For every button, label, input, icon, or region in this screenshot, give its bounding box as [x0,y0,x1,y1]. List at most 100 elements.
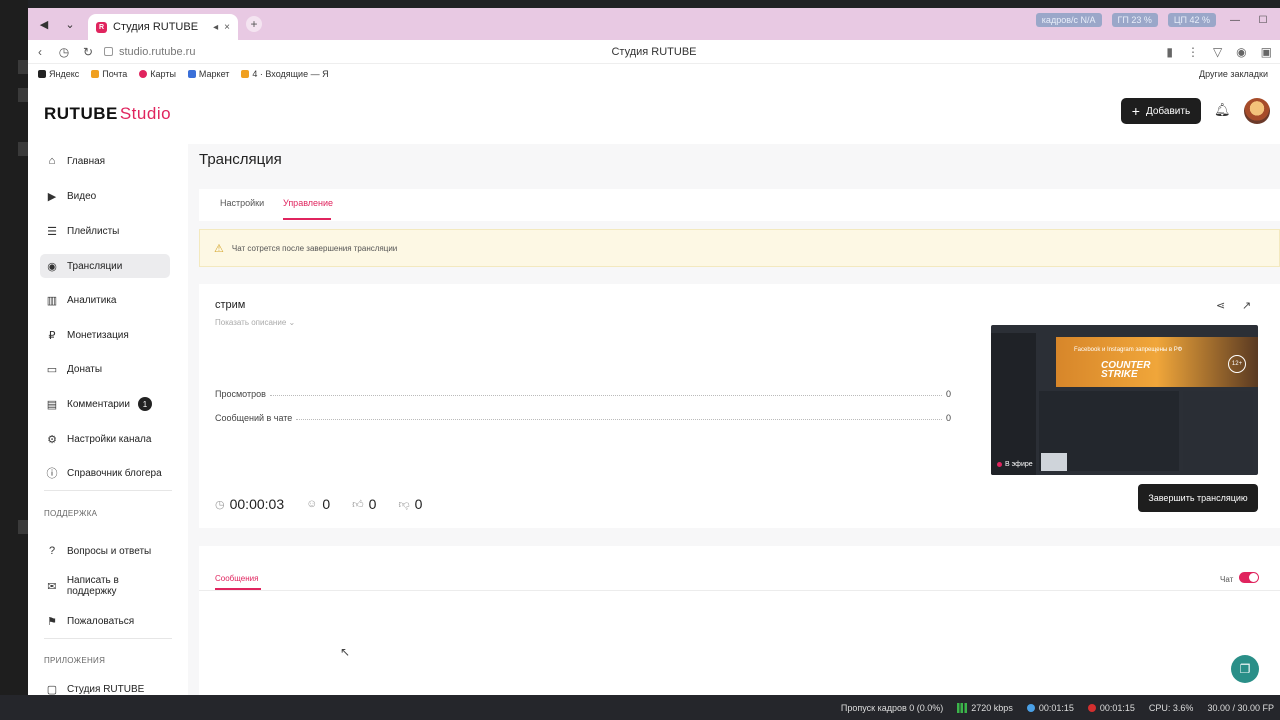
bitrate: 2720 kbps [971,702,1013,713]
shield-icon[interactable]: ▽ [1213,45,1222,59]
chat-bubble-icon: ❐ [1239,662,1251,676]
duration-value: 00:00:03 [229,496,285,512]
logo-studio: Studio [119,104,172,123]
stream-tabs: Настройки Управление [199,189,1280,221]
sidebar-item-home[interactable]: ⌂ Главная [40,149,170,173]
address-actions: ▮ ⋮ ▽ ◉ ▣ [1166,45,1272,59]
sidebar-item-studio-app[interactable]: ▢ Студия RUTUBE [40,677,170,696]
sidebar-item-donations[interactable]: ▭ Донаты [40,357,170,381]
audio-icon[interactable]: ◀ [34,14,54,34]
signal-bars-icon [957,702,968,713]
bookmarks-bar: Яндекс Почта Карты Маркет 4 · Входящие —… [28,64,1280,84]
overlay-cpu: ЦП 42 % [1167,13,1216,27]
sidebar-item-label: Видео [67,190,97,202]
tab-messages[interactable]: Сообщения [215,574,258,583]
sidebar-item-faq[interactable]: ? Вопросы и ответы [40,539,170,563]
show-description-link[interactable]: Показать описание ⌄ [215,318,295,327]
preview-panel-right [1183,391,1253,471]
stat-chat-messages: Сообщений в чате 0 [215,409,951,423]
other-bookmarks[interactable]: Другие закладки [1199,69,1268,79]
external-link-icon[interactable]: ↗ [1242,299,1251,312]
donate-icon: ▭ [46,363,58,376]
likes-value: 0 [368,496,377,512]
chevron-down-icon: ⌄ [288,318,296,327]
add-button-label: Добавить [1145,105,1191,117]
bookmark-yandex[interactable]: Яндекс [38,69,79,79]
stat-label: Сообщений в чате [215,413,293,423]
support-chat-button[interactable]: ❐ [1231,655,1259,683]
sidebar-item-blogger-guide[interactable]: ⓘ Справочник блогера [40,461,170,485]
tab-close-icon[interactable]: × [224,22,230,33]
obs-status-bar: Пропуск кадров 0 (0.0%) 2720 kbps 00:01:… [0,695,1280,720]
sidebar-item-write-support[interactable]: ✉ Написать в поддержку [40,574,170,598]
help-icon: ? [48,545,56,557]
tab-list-chevron-icon[interactable]: ⌄ [60,14,80,34]
bookmark-icon[interactable]: ▮ [1166,45,1173,59]
sidebar-item-video[interactable]: ▶ Видео [40,184,170,208]
bookmark-label: Карты [150,69,176,79]
reload-icon[interactable]: ↻ [76,42,100,62]
sidebar-item-comments[interactable]: ▤ Комментарии 1 [40,392,170,416]
chat-toggle[interactable] [1239,572,1259,583]
clock-icon: ◷ [215,498,225,511]
record-time: 00:01:15 [1099,702,1135,713]
apps-section-title: ПРИЛОЖЕНИЯ [44,656,106,665]
stat-views: Просмотров 0 [215,385,951,399]
stat-label: Просмотров [215,389,266,399]
avatar[interactable] [1244,98,1270,124]
bookmark-mail[interactable]: Почта [91,69,127,79]
thumbs-up-icon: 👍︎ [352,498,364,511]
bookmark-label: Яндекс [49,69,80,79]
menu-icon[interactable]: ⋮ [1187,45,1199,59]
fps-readout: 30.00 / 30.00 FP [1207,702,1274,713]
tab-management[interactable]: Управление [283,198,333,208]
minimize-icon[interactable]: — [1226,12,1244,28]
sidebar-item-label: Вопросы и ответы [67,545,152,557]
sidebar-item-report[interactable]: ⚑ Пожаловаться [40,609,170,633]
monetization-icon: ₽ [48,329,56,342]
sidebar-item-channel-settings[interactable]: ⚙ Настройки канала [40,427,170,451]
history-icon[interactable]: ◷ [52,42,76,62]
metric-duration: ◷ 00:00:03 [215,496,284,512]
live-indicator: В эфире [997,461,1033,468]
bell-icon[interactable]: 🔔︎ [1214,102,1231,120]
record-status-icon [1087,703,1096,712]
logo-main: RUTUBE [44,104,118,123]
url-field[interactable]: studio.rutube.ru [104,46,195,58]
sidebar-item-label: Трансляции [67,260,123,272]
new-tab-button[interactable]: + [246,16,262,32]
tab-mute-icon[interactable]: ◂ [213,22,218,33]
rutube-studio-logo[interactable]: RUTUBE Studio [44,104,171,124]
downloads-icon[interactable]: ▣ [1261,45,1272,59]
browser-tab-bar: ◀ ⌄ R Студия RUTUBE ◂ × + кадров/с N/A Г… [28,8,1280,40]
metric-likes: 👍︎ 0 [352,496,376,512]
bookmark-maps[interactable]: Карты [139,69,176,79]
mail-icon: ✉ [47,580,57,593]
sidebar-item-label: Плейлисты [67,225,120,237]
extension-icon[interactable]: ◉ [1236,45,1246,59]
chat-warning: ⚠ Чат сотрется после завершения трансляц… [199,229,1280,267]
sidebar-item-playlists[interactable]: ☰ Плейлисты [40,219,170,243]
maximize-icon[interactable]: ☐ [1254,12,1272,28]
top-system-bar [0,0,1280,8]
add-button[interactable]: + Добавить [1121,98,1201,124]
age-rating-badge: 12+ [1228,355,1246,373]
warning-text: Чат сотрется после завершения трансляции [231,243,398,253]
bookmark-inbox[interactable]: 4 · Входящие — Я [241,69,329,79]
sidebar-item-monetization[interactable]: ₽ Монетизация [40,323,170,347]
live-dot-icon [997,462,1002,467]
background-window [0,0,28,720]
sidebar-item-analytics[interactable]: ▥ Аналитика [40,288,170,312]
bookmark-label: Почта [102,69,128,79]
stream-preview[interactable]: Facebook и Instagram запрещены в РФ COUN… [991,325,1258,475]
back-icon[interactable]: ‹ [28,42,52,62]
end-stream-button[interactable]: Завершить трансляцию [1138,484,1258,512]
stream-metrics: ◷ 00:00:03 ☺ 0 👍︎ 0 👎︎ 0 [215,496,444,512]
bookmark-market[interactable]: Маркет [187,69,229,79]
browser-tab[interactable]: R Студия RUTUBE ◂ × [88,14,238,40]
metric-dislikes: 👎︎ 0 [398,496,422,512]
tab-settings[interactable]: Настройки [220,198,264,208]
stream-time-group: 00:01:15 [1026,703,1074,713]
share-icon[interactable]: ⋖ [1216,299,1225,312]
sidebar-item-broadcasts[interactable]: ◉ Трансляции [40,254,170,278]
